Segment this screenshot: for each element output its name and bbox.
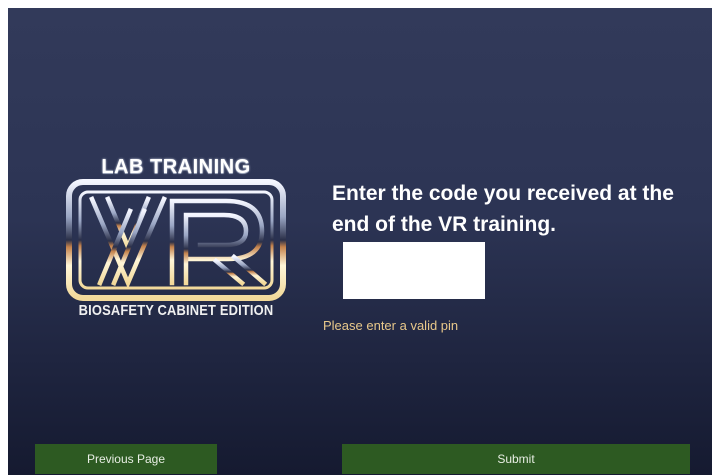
submit-button[interactable]: Submit xyxy=(342,444,690,474)
lab-training-vr-logo: LAB TRAINING BIOSAFETY CABINET EDITION xyxy=(56,156,296,326)
pin-input[interactable] xyxy=(343,242,485,299)
pin-error-message: Please enter a valid pin xyxy=(323,318,459,333)
logo-title: LAB TRAINING xyxy=(101,156,251,178)
vr-logo-icon xyxy=(66,179,286,301)
logo-subtitle: BIOSAFETY CABINET EDITION xyxy=(78,302,274,319)
code-prompt: Enter the code you received at the end o… xyxy=(332,182,674,236)
previous-page-button[interactable]: Previous Page xyxy=(35,444,217,474)
